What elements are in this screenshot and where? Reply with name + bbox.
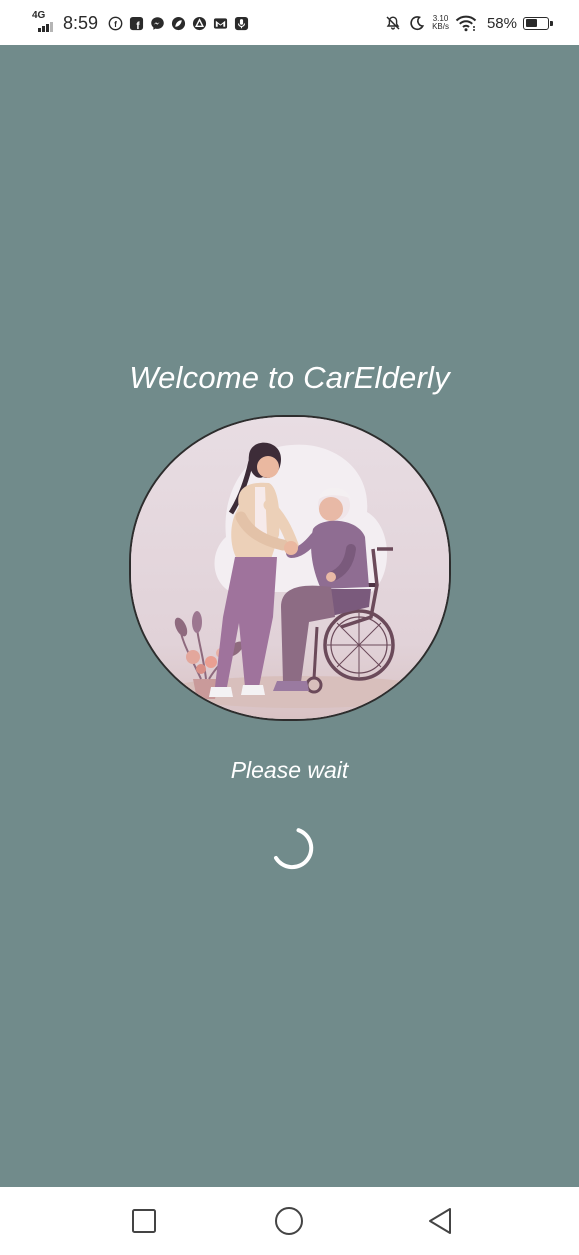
svg-text:f: f — [114, 18, 117, 28]
back-button[interactable] — [424, 1205, 456, 1237]
illustration-drawing — [131, 417, 449, 719]
loading-status-text: Please wait — [230, 757, 349, 783]
recent-apps-button[interactable] — [128, 1205, 160, 1237]
circle-home-icon — [275, 1207, 303, 1235]
leaf-app-icon — [171, 16, 186, 31]
loading-screen: Welcome to CarElderly Please wait — [0, 45, 579, 1187]
caregiver-elderly-illustration — [129, 415, 451, 721]
network-type: 4G — [32, 10, 46, 21]
triangle-back-icon — [429, 1208, 451, 1234]
microphone-app-icon — [234, 16, 249, 31]
bell-off-icon — [384, 14, 402, 32]
moon-icon — [408, 14, 426, 32]
status-bar-right: 3.10 KB/s 58% — [384, 10, 553, 36]
wifi-icon — [455, 14, 477, 32]
gmail-icon — [213, 16, 228, 31]
battery-icon — [523, 16, 553, 30]
cellular-signal-icon: 4G — [32, 11, 56, 35]
clock: 8:59 — [63, 12, 99, 33]
status-bar: 4G 8:59 f f 3.10 KB/s 58% — [0, 0, 579, 45]
network-speed: 3.10 KB/s — [432, 15, 449, 31]
facebook-icon: f — [108, 16, 123, 31]
notification-icons: f f — [108, 16, 249, 31]
svg-text:f: f — [136, 21, 140, 31]
home-button[interactable] — [273, 1205, 305, 1237]
welcome-title: Welcome to CarElderly — [129, 360, 450, 395]
system-navigation-bar — [0, 1187, 579, 1255]
facebook-square-icon: f — [129, 16, 144, 31]
loading-spinner-icon — [270, 827, 314, 871]
messenger-icon — [150, 16, 165, 31]
battery-percentage: 58% — [486, 14, 517, 32]
triangle-app-icon — [192, 16, 207, 31]
network-speed-unit: KB/s — [432, 22, 449, 31]
status-bar-left: 4G 8:59 f f — [32, 10, 249, 36]
square-recent-apps-icon — [132, 1209, 156, 1233]
